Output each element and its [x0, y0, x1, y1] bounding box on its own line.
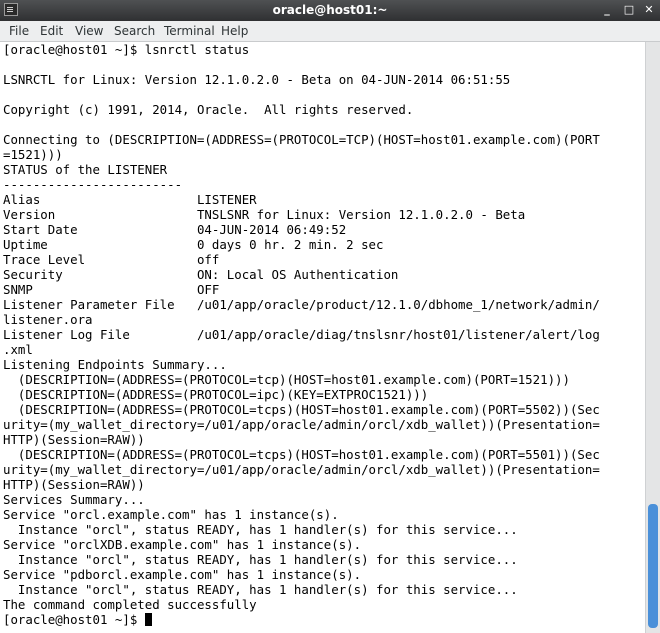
- terminal-window: oracle@host01:~ _ □ ✕ File Edit View Sea…: [0, 0, 660, 633]
- terminal-line: Service "orcl.example.com" has 1 instanc…: [3, 507, 339, 522]
- terminal-line: Version TNSLSNR for Linux: Version 12.1.…: [3, 207, 526, 222]
- terminal-line: Services Summary...: [3, 492, 145, 507]
- terminal-line: The command completed successfully: [3, 597, 257, 612]
- terminal-line: urity=(my_wallet_directory=/u01/app/orac…: [3, 462, 600, 477]
- terminal-line: Trace Level off: [3, 252, 220, 267]
- terminal-line: (DESCRIPTION=(ADDRESS=(PROTOCOL=ipc)(KEY…: [3, 387, 429, 402]
- terminal-line: urity=(my_wallet_directory=/u01/app/orac…: [3, 417, 600, 432]
- close-icon[interactable]: ✕: [642, 3, 656, 17]
- minimize-icon[interactable]: _: [600, 3, 614, 17]
- terminal-line: Instance "orcl", status READY, has 1 han…: [3, 552, 518, 567]
- maximize-icon[interactable]: □: [622, 3, 636, 17]
- menu-view[interactable]: View: [75, 24, 103, 38]
- terminal-line: Copyright (c) 1991, 2014, Oracle. All ri…: [3, 102, 414, 117]
- terminal-line: (DESCRIPTION=(ADDRESS=(PROTOCOL=tcp)(HOS…: [3, 372, 570, 387]
- terminal-line: Service "orclXDB.example.com" has 1 inst…: [3, 537, 362, 552]
- menu-help[interactable]: Help: [221, 24, 248, 38]
- scrollbar-thumb[interactable]: [648, 504, 658, 628]
- menu-bar: File Edit View Search Terminal Help: [0, 21, 660, 42]
- menu-search[interactable]: Search: [114, 24, 155, 38]
- menu-edit[interactable]: Edit: [40, 24, 63, 38]
- terminal-line: =1521))): [3, 147, 63, 162]
- title-bar[interactable]: oracle@host01:~ _ □ ✕: [0, 0, 660, 21]
- terminal-line: Service "pdborcl.example.com" has 1 inst…: [3, 567, 362, 582]
- terminal-line: Listener Parameter File /u01/app/oracle/…: [3, 297, 600, 312]
- terminal-line: Security ON: Local OS Authentication: [3, 267, 399, 282]
- terminal-line: LSNRCTL for Linux: Version 12.1.0.2.0 - …: [3, 72, 511, 87]
- terminal-line: ------------------------: [3, 177, 183, 192]
- terminal-output[interactable]: [oracle@host01 ~]$ lsnrctl status LSNRCT…: [0, 42, 645, 633]
- terminal-line: Listening Endpoints Summary...: [3, 357, 227, 372]
- text-cursor: [144, 613, 152, 626]
- terminal-line: HTTP)(Session=RAW)): [3, 432, 145, 447]
- terminal-line: HTTP)(Session=RAW)): [3, 477, 145, 492]
- terminal-line: STATUS of the LISTENER: [3, 162, 168, 177]
- shell-prompt: [oracle@host01 ~]$: [3, 612, 145, 627]
- terminal-line: .xml: [3, 342, 33, 357]
- terminal-lines: [oracle@host01 ~]$ lsnrctl status LSNRCT…: [3, 42, 600, 612]
- terminal-line: SNMP OFF: [3, 282, 220, 297]
- window-title: oracle@host01:~: [272, 3, 388, 17]
- terminal-text: [oracle@host01 ~]$ lsnrctl status LSNRCT…: [0, 42, 645, 627]
- terminal-line: Connecting to (DESCRIPTION=(ADDRESS=(PRO…: [3, 132, 600, 147]
- menu-terminal[interactable]: Terminal: [164, 24, 215, 38]
- terminal-line: Start Date 04-JUN-2014 06:49:52: [3, 222, 347, 237]
- terminal-line: Uptime 0 days 0 hr. 2 min. 2 sec: [3, 237, 384, 252]
- menu-file[interactable]: File: [9, 24, 29, 38]
- terminal-line: Alias LISTENER: [3, 192, 257, 207]
- terminal-line: (DESCRIPTION=(ADDRESS=(PROTOCOL=tcps)(HO…: [3, 447, 600, 462]
- terminal-line: listener.ora: [3, 312, 93, 327]
- terminal-line: Listener Log File /u01/app/oracle/diag/t…: [3, 327, 600, 342]
- vertical-scrollbar[interactable]: [645, 42, 660, 633]
- terminal-line: (DESCRIPTION=(ADDRESS=(PROTOCOL=tcps)(HO…: [3, 402, 600, 417]
- terminal-line: Instance "orcl", status READY, has 1 han…: [3, 522, 518, 537]
- terminal-line: Instance "orcl", status READY, has 1 han…: [3, 582, 518, 597]
- terminal-line: [oracle@host01 ~]$ lsnrctl status: [3, 42, 250, 57]
